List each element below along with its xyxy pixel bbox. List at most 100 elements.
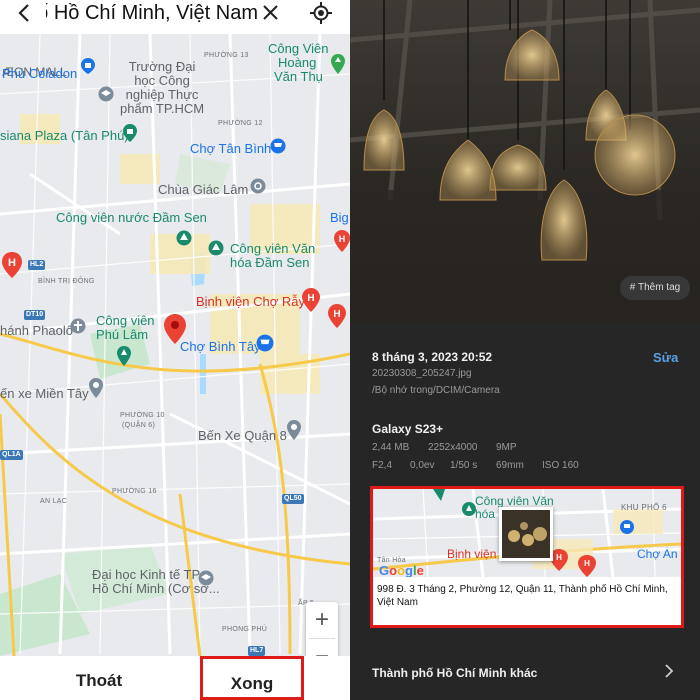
location-map-card[interactable]: H H Công viên Văn hóa KHU PHỐ 6 Bịnh việ… [370,486,684,628]
poi-label[interactable]: Công viên Văn hóa Đầm Sen [230,242,315,270]
area-label: KHU PHỐ 6 [621,503,667,512]
school-icon[interactable] [198,570,214,591]
road-badge: HL7 [248,646,266,656]
edit-button[interactable]: Sửa [653,350,678,365]
svg-text:H: H [339,234,346,244]
poi-label-line: Công Viên [268,41,329,56]
zoom-controls: + − [306,602,338,656]
add-tag-button[interactable]: # Thêm tag [620,276,690,300]
area-label: PHƯỜNG 13 [204,52,249,59]
area-label: BÌNH TRỊ ĐÔNG [38,278,95,285]
my-location-icon[interactable] [310,2,332,24]
poi-label[interactable]: Trường Đại học Công nghiệp Thực phẩm TP.… [120,60,204,116]
poi-label[interactable]: Bến Xe Quận 8 [198,428,287,443]
hospital-pin-icon[interactable]: H [334,230,350,257]
poi-label-line: Công viên [96,313,155,328]
poi-label-line: Văn Thụ [274,69,323,84]
poi-label-line: học Công [134,73,190,88]
shopping-bag-icon[interactable] [122,124,138,147]
file-path: /Bộ nhớ trong/DCIM/Camera [372,385,500,396]
poi-label[interactable]: hánh Phaolô [0,323,73,338]
google-logo: Google [379,563,424,577]
device-name: Galaxy S23+ [372,422,444,436]
temple-icon[interactable] [250,178,266,199]
photo-info: 8 tháng 3, 2023 20:52 Sửa 20230308_20524… [350,322,700,700]
area-label: PHƯỜNG 10 [120,412,165,419]
aperture: F2,4 [372,460,393,471]
svg-text:H: H [8,257,16,269]
poi-label[interactable]: Phú Celadon [2,66,77,81]
svg-text:H: H [307,293,314,304]
poi-label[interactable]: Chợ Bình Tây [180,339,261,354]
poi-label-line: phẩm TP.HCM [120,101,205,116]
svg-text:H: H [584,559,590,568]
bus-station-icon[interactable] [88,378,104,403]
svg-text:H: H [333,309,340,320]
park-icon[interactable] [176,230,192,251]
resolution: 2252x4000 [428,442,478,453]
search-bar: Thành phố Hồ Chí Minh, Việt Nam [0,0,350,34]
poi-label[interactable]: Big [330,210,349,225]
bus-station-icon[interactable] [286,420,302,445]
file-name: 20230308_205247.jpg [372,368,472,379]
road-badge: HL2 [28,260,46,270]
photo-preview[interactable]: # Thêm tag [350,0,700,322]
poi-label[interactable]: Bịnh viện Chợ Rẫy [196,294,305,309]
done-button[interactable]: Xong [200,656,304,700]
map-picker-panel: Thành phố Hồ Chí Minh, Việt Nam [0,0,350,700]
shopping-bag-icon[interactable] [80,58,96,79]
road-badge: QL50 [282,494,304,504]
poi-label[interactable]: Công Viên Hoàng Văn Thụ [268,42,328,84]
road-badge: DT10 [24,310,46,320]
exposure: 0,0ev [410,460,435,471]
shopping-cart-icon[interactable] [270,138,286,159]
hospital-pin-icon[interactable]: H [328,304,346,333]
close-icon[interactable] [261,0,281,26]
photo-thumbnail [499,507,553,561]
iso: ISO 160 [542,460,579,471]
area-label: PHƯỜNG 12 [218,120,263,127]
park-icon[interactable] [208,240,224,261]
park-pin-icon[interactable] [330,54,346,79]
church-icon[interactable] [70,318,86,339]
mini-map: H H Công viên Văn hóa KHU PHỐ 6 Bịnh việ… [373,489,681,577]
hospital-pin-icon[interactable]: H [302,288,320,317]
area-label: PHONG PHÚ [222,626,268,633]
hospital-pin-icon[interactable]: H [2,252,22,283]
park-icon[interactable] [116,346,132,371]
svg-text:H: H [556,553,562,562]
back-arrow-icon[interactable] [14,0,36,26]
file-size: 2,44 MB [372,442,410,453]
focal-length: 69mm [496,460,524,471]
search-input[interactable]: Thành phố Hồ Chí Minh, Việt Nam [46,1,258,27]
poi-label[interactable]: Chùa Giác Lâm [158,182,248,197]
school-icon[interactable] [98,86,114,107]
map-view[interactable]: PHƯỜNG 13 PHƯỜNG 12 BÌNH TRỊ ĐÔNG PHƯỜNG… [0,34,350,656]
photo-details-panel: # Thêm tag 8 tháng 3, 2023 20:52 Sửa 202… [350,0,700,700]
road-badge: QL1A [0,450,23,460]
poi-label[interactable]: siana Plaza (Tân Phú) [0,128,129,143]
poi-label-line: Công viên Văn [230,241,316,256]
area-label: AN LẠC [40,498,68,505]
poi-label-line: nghiệp Thực [125,87,199,102]
area-label: (QUẬN 6) [122,422,156,429]
poi-label[interactable]: Công viên nước Đầm Sen [56,210,207,225]
photo-image [350,0,700,322]
location-address: 998 Đ. 3 Tháng 2, Phường 12, Quận 11, Th… [377,584,668,608]
poi-label[interactable]: ến xe Miền Tây [0,386,89,401]
poi-label[interactable]: Chợ Tân Bình [190,141,271,156]
chevron-right-icon[interactable] [664,664,674,681]
poi-label-line: Hoàng [278,55,317,70]
poi-label-line: Trường Đại [128,59,196,74]
area-label: PHƯỜNG 16 [112,488,157,495]
shutter-speed: 1/50 s [450,460,478,471]
photo-datetime: 8 tháng 3, 2023 20:52 [372,350,493,364]
zoom-in-button[interactable]: + [306,602,338,638]
shopping-cart-icon[interactable] [256,334,274,357]
poi-label[interactable]: Công viên Phú Lâm [96,314,155,342]
poi-label: Chợ An [637,547,678,561]
poi-label-line: Phú Lâm [96,327,149,342]
zoom-out-button[interactable]: − [306,639,338,656]
other-city-link[interactable]: Thành phố Hồ Chí Minh khác [372,666,537,680]
exit-button[interactable]: Thoát [0,656,198,700]
